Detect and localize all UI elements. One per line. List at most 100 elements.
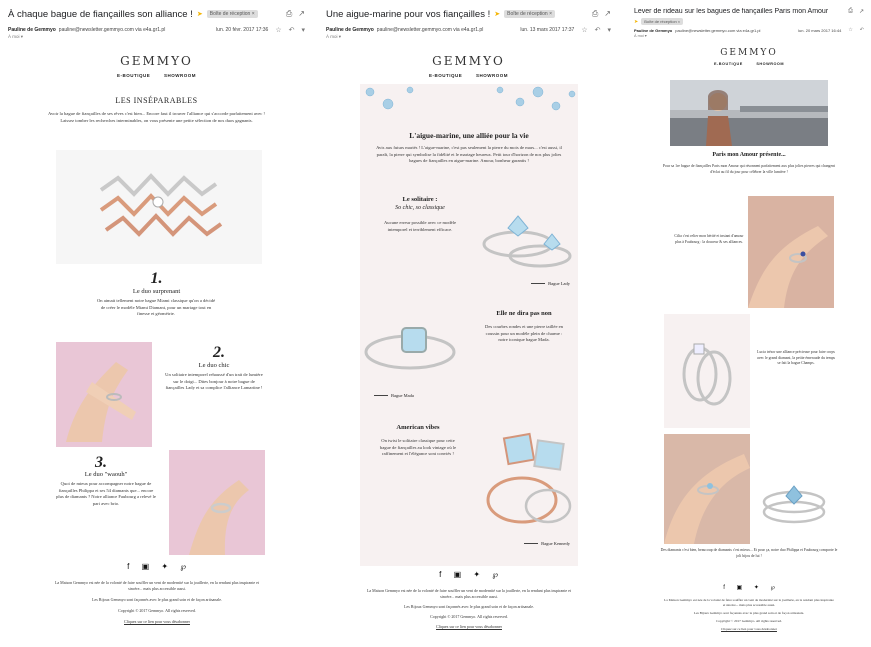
duo-hand-image[interactable] [664,434,750,544]
email-subject: À chaque bague de fiançailles son allian… [8,8,193,20]
social-links: f ▣ ✦ ℘ [4,562,309,571]
footer-craft: Les Bijoux Gemmyo sont façonnés avec le … [92,597,222,602]
nav-eboutique[interactable]: E-BOUTIQUE [429,73,462,78]
star-icon[interactable]: ☆ [848,27,852,33]
s3-caption: Bague Kennedy [541,541,570,546]
sender-name: Pauline de Gemmyo [8,27,56,33]
reply-icon[interactable]: ↶ [289,26,295,34]
star-icon[interactable]: ☆ [275,26,281,34]
sender-name: Pauline de Gemmyo [326,27,374,33]
nav-showroom[interactable]: SHOWROOM [164,73,196,78]
brand-logo[interactable]: GEMMYO [4,54,309,68]
star-icon[interactable]: ☆ [581,26,587,34]
instagram-icon[interactable]: ▣ [737,585,743,591]
nav-showroom[interactable]: SHOWROOM [756,62,784,66]
duo2-text: Un solitaire intemporel rehaussé d'un tr… [165,372,263,391]
footer-text: La Maison Gemmyo est née de la volonté d… [664,598,834,633]
recipient[interactable]: À moi ▾ [630,33,868,38]
footer-copyright: Copyright © 2017 Gemmyo. All rights rese… [430,614,508,619]
inbox-label[interactable]: Boîte de réception × [641,18,684,25]
print-icon[interactable]: ⎙ [848,8,853,15]
s2-text: Des courbes rondes et une pierre taillée… [485,324,563,343]
gems-banner-image [365,86,576,111]
duo2-title: Le duo chic [198,362,230,369]
twitter-icon[interactable]: ✦ [161,562,168,571]
duo3-title: Le duo "waouh" [84,471,128,478]
brand-logo[interactable]: GEMMYO [322,54,615,68]
paris-model-image[interactable] [670,80,828,146]
brand-logo[interactable]: GEMMYO [630,48,868,58]
recipient[interactable]: À moi ▾ [322,34,615,40]
sender-row: Pauline de Gemmyo pauline@newsletter.gem… [4,24,309,34]
social-links: f ▣ ✦ ℘ [322,570,615,579]
more-icon[interactable]: ▾ [607,26,611,34]
email-intro: Avoir la bague de fiançailles de ses rêv… [48,111,265,123]
email-intro: Avis aux futurs mariés ! L'aigue-marine,… [376,145,562,164]
open-new-window-icon[interactable]: ↗ [859,8,864,15]
inbox-label[interactable]: Boîte de réception × [206,10,258,18]
hero-rings-image[interactable] [56,150,262,264]
nav-eboutique[interactable]: E-BOUTIQUE [714,62,743,66]
more-icon[interactable]: ▾ [301,26,305,34]
duo-rings-image[interactable] [754,434,834,544]
s3-title: American vibes [396,424,440,431]
duo2-hand-image[interactable] [56,342,152,447]
duo3-text: Quoi de mieux pour accompagner notre bag… [56,481,156,506]
email-subject: Lever de rideau sur les bagues de fiança… [634,7,829,15]
twitter-icon[interactable]: ✦ [473,570,480,579]
lucia-rings-image[interactable] [664,314,750,428]
sender-email: pauline@newsletter.gemmyo.com via e4a.gr… [58,27,166,33]
duo3-hand-image[interactable] [169,450,265,555]
sender-name: Pauline de Gemmyo [634,27,673,33]
inbox-label[interactable]: Boîte de réception × [504,10,556,18]
print-icon[interactable]: ⎙ [592,9,598,19]
sender-email: pauline@newsletter.gemmyo.com via e4a.gr… [376,27,484,33]
footer-about: La Maison Gemmyo est née de la volonté d… [664,598,834,608]
s2-title: Elle ne dira pas non [496,310,552,317]
email-nav: E-BOUTIQUE SHOWROOM [630,62,868,66]
footer-text: La Maison Gemmyo est née de la volonté d… [52,580,262,625]
reply-icon[interactable]: ↶ [595,26,601,34]
email-intro: Pour sa 1re bague de fiançailles Paris m… [662,164,836,174]
ring-lady-image[interactable]: Bague Lady [478,186,576,296]
recipient[interactable]: À moi ▾ [4,34,309,40]
footer-copyright: Copyright © 2017 Gemmyo. All rights rese… [716,619,782,624]
unsubscribe-link[interactable]: Cliquez sur ce lien pour vous désabonner [124,619,190,624]
email-subject: Une aigue-marine pour vos fiançailles ! [326,8,491,20]
reply-icon[interactable]: ↶ [860,27,864,33]
importance-icon[interactable]: ➤ [634,19,638,25]
ring-mada-image[interactable]: Bague Mada [360,306,470,406]
instagram-icon[interactable]: ▣ [142,562,150,571]
s3-text: On twist le solitaire classique pour cet… [379,438,457,457]
instagram-icon[interactable]: ▣ [454,570,462,579]
facebook-icon[interactable]: f [439,570,441,579]
email-panel-3: Lever de rideau sur les bagues de fiança… [630,4,868,644]
sender-row: Pauline de Gemmyo pauline@newsletter.gem… [630,25,868,33]
s1-subtitle: So chic, so classique [395,205,445,211]
nav-eboutique[interactable]: E-BOUTIQUE [117,73,150,78]
open-new-window-icon[interactable]: ↗ [298,9,305,19]
ring-kennedy-image[interactable]: Bague Kennedy [478,416,576,556]
importance-icon[interactable]: ➤ [494,10,500,18]
email-nav: E-BOUTIQUE SHOWROOM [322,73,615,78]
pinterest-icon[interactable]: ℘ [771,585,775,591]
s1-text: Aucune erreur possible avec ce modèle in… [383,220,457,232]
sender-email: pauline@newsletter.gemmyo.com via e4a.gr… [675,27,761,33]
unsubscribe-link[interactable]: Cliquez sur ce lien pour vous désabonner [436,624,502,629]
lucia-text: Lucia trésor une alliance précieuse pour… [757,350,835,365]
footer-about: La Maison Gemmyo est née de la volonté d… [54,580,260,591]
open-new-window-icon[interactable]: ↗ [604,9,611,19]
facebook-icon[interactable]: f [723,585,725,591]
pinterest-icon[interactable]: ℘ [492,570,498,579]
footer-about: La Maison Gemmyo est née de la volonté d… [366,588,572,599]
importance-icon[interactable]: ➤ [197,10,203,18]
facebook-icon[interactable]: f [127,562,129,571]
cilia-hand-image[interactable] [748,196,834,308]
print-icon[interactable]: ⎙ [286,9,292,19]
pinterest-icon[interactable]: ℘ [180,562,186,571]
twitter-icon[interactable]: ✦ [754,585,759,591]
unsubscribe-link[interactable]: Cliquez sur ce lien pour vous désabonner [721,627,777,631]
footer-craft: Les Bijoux Gemmyo sont façonnés avec le … [693,611,805,616]
nav-showroom[interactable]: SHOWROOM [476,73,508,78]
footer-text: La Maison Gemmyo est née de la volonté d… [362,588,576,630]
